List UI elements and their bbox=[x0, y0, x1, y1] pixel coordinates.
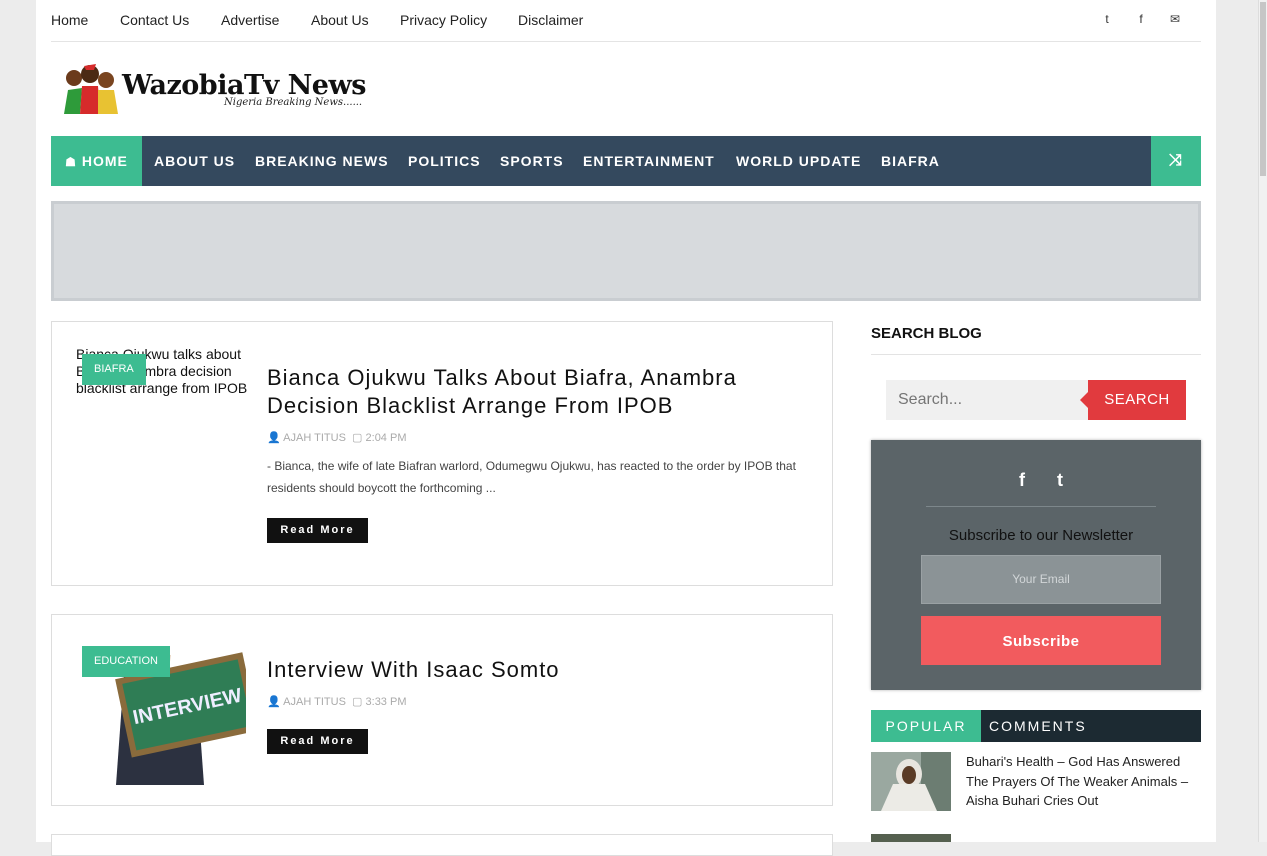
home-icon: ☗ bbox=[65, 155, 77, 169]
nav-home-label: HOME bbox=[81, 153, 128, 169]
site-logo[interactable]: WazobiaTv News Nigeria Breaking News....… bbox=[60, 62, 366, 118]
popular-post-item[interactable] bbox=[871, 834, 1201, 842]
popular-post-thumbnail[interactable] bbox=[871, 834, 951, 842]
top-link-advertise[interactable]: Advertise bbox=[221, 12, 279, 28]
top-social-icons: t f ✉ bbox=[1085, 12, 1187, 26]
nav-biafra[interactable]: BIAFRA bbox=[881, 136, 940, 186]
twitter-icon[interactable]: t bbox=[1095, 12, 1119, 26]
read-more-button[interactable]: Read More bbox=[267, 729, 368, 754]
post-time: 2:04 PM bbox=[365, 432, 407, 444]
envelope-icon[interactable]: ✉ bbox=[1163, 12, 1187, 26]
top-link-privacy[interactable]: Privacy Policy bbox=[400, 12, 487, 28]
post-time: 3:33 PM bbox=[365, 696, 407, 708]
search-button[interactable]: SEARCH bbox=[1080, 380, 1186, 420]
page-scrollbar[interactable] bbox=[1258, 0, 1267, 842]
popular-post-title[interactable]: Buhari's Health – God Has Answered The P… bbox=[966, 752, 1204, 811]
twitter-icon[interactable]: t bbox=[1045, 470, 1075, 491]
post-card: INTERVIEW EDUCATION Interview With Isaac… bbox=[51, 614, 833, 806]
page: Home Contact Us Advertise About Us Priva… bbox=[36, 0, 1216, 856]
logo-figures-icon bbox=[64, 64, 118, 114]
newsletter-title: Subscribe to our Newsletter bbox=[948, 527, 1134, 544]
nav-breaking-news[interactable]: BREAKING NEWS bbox=[255, 136, 389, 186]
popular-post-item[interactable]: Buhari's Health – God Has Answered The P… bbox=[871, 752, 1201, 814]
nav-home[interactable]: ☗ HOME bbox=[51, 136, 142, 186]
top-link-disclaimer[interactable]: Disclaimer bbox=[518, 12, 583, 28]
post-excerpt: - Bianca, the wife of late Biafran warlo… bbox=[267, 459, 796, 495]
scrollbar-thumb[interactable] bbox=[1260, 2, 1266, 176]
nav-entertainment[interactable]: ENTERTAINMENT bbox=[583, 136, 715, 186]
post-meta: 👤 AJAH TITUS ▢ 3:33 PM bbox=[267, 695, 406, 708]
search-input[interactable] bbox=[886, 380, 1088, 420]
tab-comments[interactable]: COMMENTS bbox=[989, 710, 1087, 742]
read-more-button[interactable]: Read More bbox=[267, 518, 368, 543]
post-author[interactable]: AJAH TITUS bbox=[283, 696, 346, 708]
calendar-icon: ▢ bbox=[352, 432, 363, 444]
popular-post-thumbnail[interactable] bbox=[871, 752, 951, 811]
search-blog-title: SEARCH BLOG bbox=[871, 325, 1201, 355]
top-link-home[interactable]: Home bbox=[51, 12, 88, 28]
facebook-icon[interactable]: f bbox=[1007, 470, 1037, 491]
logo-subtitle: Nigeria Breaking News...... bbox=[224, 97, 363, 108]
sidebar-tabs: POPULAR COMMENTS bbox=[871, 710, 1201, 742]
nav-about-us[interactable]: ABOUT US bbox=[154, 136, 235, 186]
newsletter-widget: ft Subscribe to our Newsletter Your Emai… bbox=[871, 440, 1201, 690]
post-card bbox=[51, 834, 833, 856]
post-category-badge[interactable]: BIAFRA bbox=[82, 354, 146, 385]
post-author[interactable]: AJAH TITUS bbox=[283, 432, 346, 444]
top-link-about[interactable]: About Us bbox=[311, 12, 369, 28]
post-title[interactable]: Bianca Ojukwu Talks About Biafra, Anambr… bbox=[267, 364, 797, 420]
post-card: Bianca Ojukwu talks about Biafra, Anambr… bbox=[51, 321, 833, 586]
post-meta: 👤 AJAH TITUS ▢ 2:04 PM bbox=[267, 431, 406, 444]
calendar-icon: ▢ bbox=[352, 696, 363, 708]
post-title[interactable]: Interview With Isaac Somto bbox=[267, 656, 797, 684]
subscribe-button[interactable]: Subscribe bbox=[921, 616, 1161, 665]
newsletter-email-input[interactable]: Your Email bbox=[921, 555, 1161, 604]
main-nav: ☗ HOME ABOUT US BREAKING NEWS POLITICS S… bbox=[51, 136, 1201, 186]
shuffle-icon[interactable]: ⤨ bbox=[1151, 136, 1201, 186]
user-icon: 👤 bbox=[267, 696, 281, 708]
newsletter-social: ft bbox=[926, 470, 1156, 507]
top-links-bar: Home Contact Us Advertise About Us Priva… bbox=[51, 0, 1201, 42]
ad-banner bbox=[51, 201, 1201, 301]
nav-politics[interactable]: POLITICS bbox=[408, 136, 481, 186]
nav-world-update[interactable]: WORLD UPDATE bbox=[736, 136, 861, 186]
tab-popular[interactable]: POPULAR bbox=[871, 710, 981, 742]
post-category-badge[interactable]: EDUCATION bbox=[82, 646, 170, 677]
facebook-icon[interactable]: f bbox=[1129, 12, 1153, 26]
user-icon: 👤 bbox=[267, 432, 281, 444]
top-link-contact[interactable]: Contact Us bbox=[120, 12, 189, 28]
nav-sports[interactable]: SPORTS bbox=[500, 136, 564, 186]
